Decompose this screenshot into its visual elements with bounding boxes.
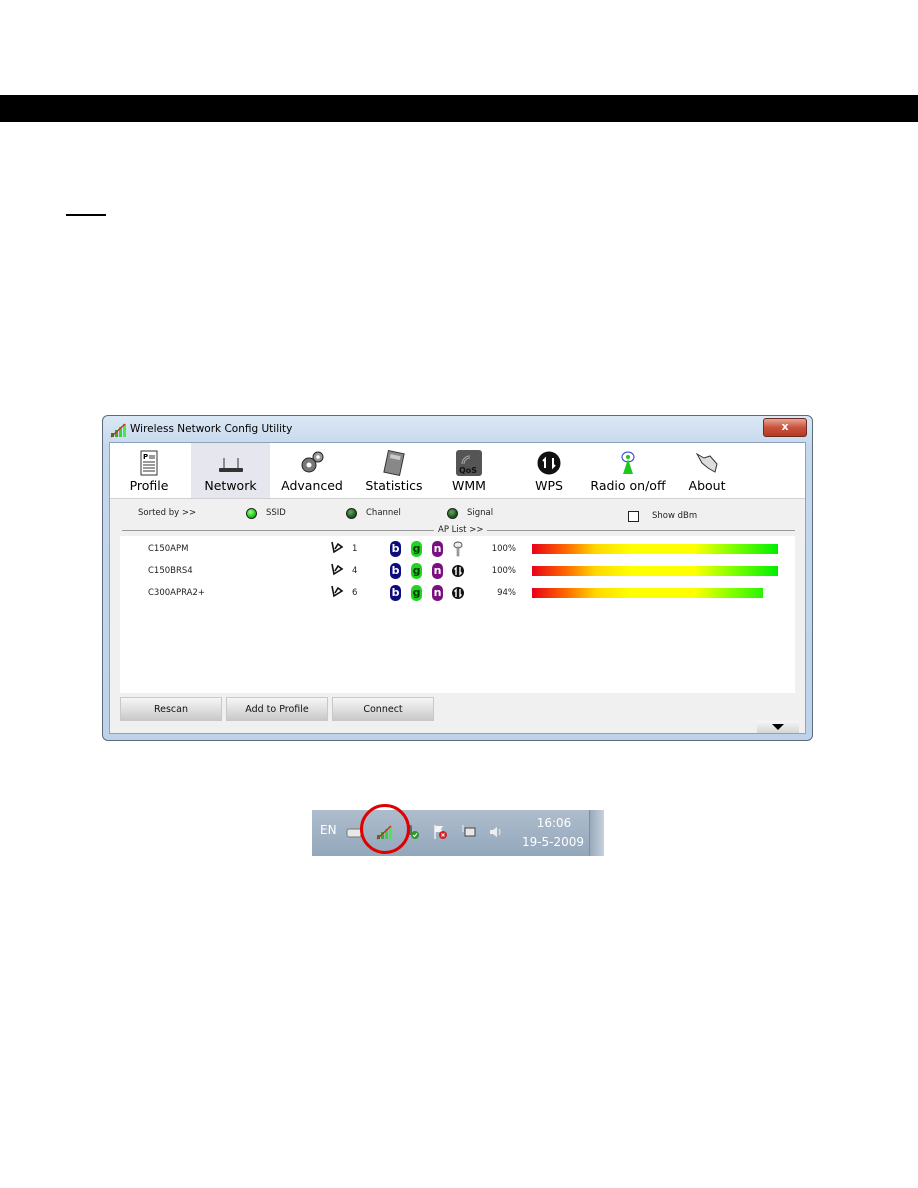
title-bar[interactable]: Wireless Network Config Utility x [103, 416, 812, 444]
clock-date[interactable]: 19-5-2009 [515, 835, 591, 849]
mode-n-badge: n [432, 541, 443, 557]
gears-icon [301, 451, 324, 473]
language-indicator[interactable]: EN [320, 823, 337, 837]
qos-icon: QoS [456, 450, 482, 476]
ap-list: C150APM 1 b g n 100% C150BRS4 4 b g n 100% C300APRA2… [120, 536, 795, 693]
sorted-by-label: Sorted by >> [138, 508, 197, 518]
ap-list-label: AP List >> [434, 525, 488, 535]
show-desktop-button[interactable] [589, 810, 604, 856]
channel-icon [331, 585, 344, 598]
show-dbm-checkbox[interactable] [628, 511, 639, 522]
tab-radio-on-off[interactable]: Radio on/off [585, 443, 671, 498]
wps-icon [452, 565, 464, 577]
router-icon [218, 458, 243, 472]
app-window: Wireless Network Config Utility x P Prof… [102, 415, 813, 741]
tab-advanced[interactable]: Advanced [273, 443, 351, 498]
tab-profile[interactable]: P Profile [110, 443, 188, 498]
tab-label: Statistics [365, 478, 423, 493]
sort-signal-radio[interactable] [447, 508, 458, 519]
antenna-icon [621, 451, 635, 474]
wps-icon [452, 587, 464, 599]
tab-about[interactable]: About [670, 443, 744, 498]
sort-ssid-label[interactable]: SSID [266, 508, 286, 518]
svg-text:P: P [143, 453, 148, 461]
show-dbm-label[interactable]: Show dBm [652, 511, 697, 521]
main-toolbar: P Profile Network Advanced Statistics Qo… [110, 443, 805, 499]
tab-network[interactable]: Network [191, 443, 270, 498]
tab-label: Network [204, 478, 257, 493]
ap-channel: 1 [352, 544, 358, 554]
clock-time[interactable]: 16:06 [524, 816, 584, 830]
rescan-button[interactable]: Rescan [120, 697, 222, 721]
highlight-circle [360, 804, 410, 854]
chevron-down-icon [772, 724, 784, 730]
signal-strength-bar [532, 566, 778, 576]
connect-button[interactable]: Connect [332, 697, 434, 721]
document-header-bar [0, 95, 918, 122]
ap-channel: 4 [352, 566, 358, 576]
mode-g-badge: g [411, 541, 422, 557]
ap-ssid: C300APRA2+ [148, 588, 206, 598]
mode-n-badge: n [432, 563, 443, 579]
mode-g-badge: g [411, 585, 422, 601]
sort-ssid-radio[interactable] [246, 508, 257, 519]
wireless-app-icon [110, 423, 126, 438]
ap-ssid: C150BRS4 [148, 566, 193, 576]
sort-channel-label[interactable]: Channel [366, 508, 401, 518]
ap-list-row[interactable]: C300APRA2+ 6 b g n 94% [120, 583, 795, 603]
sort-signal-label[interactable]: Signal [467, 508, 493, 518]
tab-label: Radio on/off [590, 478, 666, 493]
mode-b-badge: b [390, 563, 401, 579]
signal-strength-bar [532, 544, 778, 554]
signal-strength-bar [532, 588, 764, 598]
system-tray: EN 16:06 19-5-2009 [312, 810, 604, 856]
about-icon [695, 452, 718, 473]
mode-b-badge: b [390, 585, 401, 601]
tab-label: About [688, 478, 726, 493]
svg-text:QoS: QoS [459, 466, 477, 475]
mode-b-badge: b [390, 541, 401, 557]
sort-options-row: Sorted by >> SSID Channel Signal Show dB… [110, 505, 805, 525]
channel-icon [331, 541, 344, 554]
channel-icon [331, 563, 344, 576]
wps-icon [537, 451, 561, 475]
tab-wps[interactable]: WPS [510, 443, 588, 498]
key-icon [453, 541, 463, 557]
sort-channel-radio[interactable] [346, 508, 357, 519]
profile-icon: P [140, 450, 158, 476]
tab-label: Advanced [281, 478, 343, 493]
window-title: Wireless Network Config Utility [130, 423, 293, 435]
client-area: P Profile Network Advanced Statistics Qo… [109, 442, 806, 734]
tab-label: WMM [452, 478, 486, 493]
action-center-flag-icon[interactable] [432, 824, 448, 840]
volume-icon[interactable] [488, 824, 504, 840]
note-underline [66, 214, 106, 216]
add-to-profile-button[interactable]: Add to Profile [226, 697, 328, 721]
calculator-icon [383, 450, 405, 476]
ap-list-row[interactable]: C150BRS4 4 b g n 100% [120, 561, 795, 581]
mode-n-badge: n [432, 585, 443, 601]
expand-button[interactable] [757, 721, 799, 733]
close-button[interactable]: x [763, 418, 807, 437]
ap-signal-percent: 100% [491, 544, 516, 554]
tab-label: WPS [535, 478, 563, 493]
ap-channel: 6 [352, 588, 358, 598]
ap-signal-percent: 94% [497, 588, 516, 598]
tab-statistics[interactable]: Statistics [354, 443, 434, 498]
ap-signal-percent: 100% [491, 566, 516, 576]
tab-label: Profile [129, 478, 169, 493]
ap-list-row[interactable]: C150APM 1 b g n 100% [120, 539, 795, 559]
tab-wmm[interactable]: QoS WMM [430, 443, 508, 498]
network-icon[interactable] [460, 824, 476, 840]
mode-g-badge: g [411, 563, 422, 579]
ap-ssid: C150APM [148, 544, 189, 554]
